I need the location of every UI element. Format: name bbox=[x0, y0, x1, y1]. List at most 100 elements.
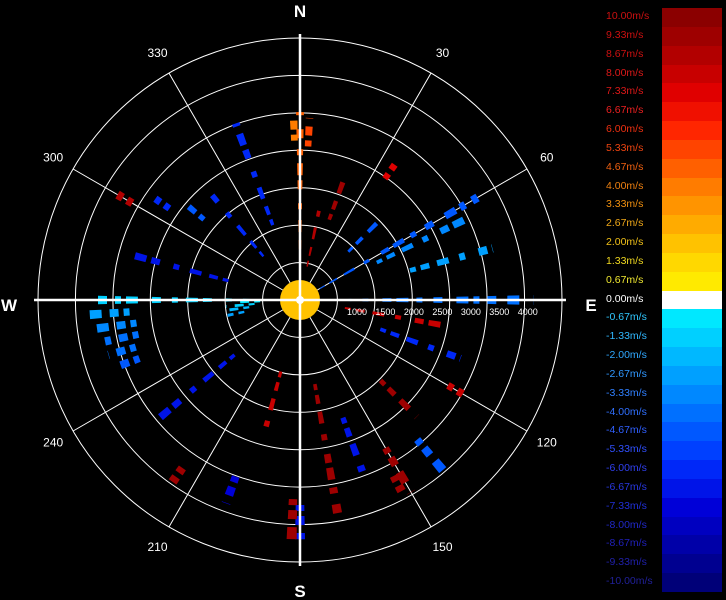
colorbar-label: 2.00m/s bbox=[606, 236, 644, 249]
velocity-return bbox=[343, 427, 353, 438]
colorbar-row: -10.00m/s bbox=[606, 573, 722, 593]
colorbar-label: -6.67m/s bbox=[606, 480, 647, 493]
colorbar-row: -2.00m/s bbox=[606, 347, 722, 367]
velocity-return bbox=[305, 117, 314, 119]
colorbar-label: 4.67m/s bbox=[606, 160, 644, 173]
bearing-label: 300 bbox=[43, 151, 63, 165]
velocity-return bbox=[326, 467, 336, 481]
colorbar-swatch bbox=[662, 441, 722, 461]
colorbar-swatch bbox=[662, 478, 722, 499]
colorbar-row: 0.67m/s bbox=[606, 271, 722, 292]
velocity-return bbox=[439, 224, 451, 235]
colorbar-label: 10.00m/s bbox=[606, 10, 650, 22]
bearing-label: 330 bbox=[147, 46, 167, 60]
colorbar-row: 8.00m/s bbox=[606, 64, 722, 84]
bearing-label: 240 bbox=[43, 436, 63, 450]
velocity-return bbox=[162, 202, 172, 212]
colorbar-label: 3.33m/s bbox=[606, 198, 644, 211]
velocity-return bbox=[379, 327, 387, 334]
velocity-return bbox=[386, 386, 397, 397]
colorbar-swatch bbox=[662, 271, 722, 292]
colorbar-row: -6.67m/s bbox=[606, 478, 722, 499]
velocity-return bbox=[134, 252, 148, 263]
velocity-return bbox=[172, 263, 180, 271]
colorbar-row: 4.00m/s bbox=[606, 177, 722, 197]
velocity-return bbox=[414, 317, 425, 325]
velocity-return bbox=[186, 204, 198, 215]
velocity-return bbox=[389, 331, 400, 339]
velocity-return bbox=[349, 442, 360, 457]
colorbar-row: 10.00m/s bbox=[606, 8, 722, 28]
colorbar-label: -7.33m/s bbox=[606, 499, 647, 512]
colorbar-label: 0.67m/s bbox=[606, 273, 644, 286]
colorbar-swatch bbox=[662, 497, 722, 518]
velocity-return bbox=[398, 398, 412, 412]
velocity-return bbox=[458, 354, 462, 362]
colorbar-label: -4.00m/s bbox=[606, 405, 647, 418]
velocity-return bbox=[427, 344, 435, 352]
colorbar-swatch bbox=[662, 8, 722, 28]
bearing-label: 60 bbox=[540, 151, 554, 165]
velocity-return bbox=[431, 458, 447, 474]
velocity-return bbox=[224, 211, 233, 219]
colorbar-row: -5.33m/s bbox=[606, 441, 722, 461]
colorbar-label: 6.00m/s bbox=[606, 123, 644, 136]
velocity-return bbox=[221, 501, 231, 505]
velocity-return bbox=[336, 181, 346, 195]
velocity-return bbox=[118, 333, 129, 343]
colorbar-row: 2.67m/s bbox=[606, 215, 722, 235]
velocity-return bbox=[331, 200, 339, 211]
velocity-return bbox=[414, 437, 424, 447]
velocity-return bbox=[232, 122, 241, 128]
colorbar-row: 5.33m/s bbox=[606, 139, 722, 160]
velocity-return bbox=[409, 230, 418, 239]
velocity-return bbox=[115, 190, 125, 202]
colorbar-swatch bbox=[662, 64, 722, 84]
velocity-return bbox=[217, 360, 228, 370]
velocity-return bbox=[455, 387, 465, 398]
velocity-return bbox=[129, 343, 137, 353]
bearing-label: 210 bbox=[147, 540, 167, 554]
bearing-spoke bbox=[168, 299, 301, 528]
velocity-return bbox=[327, 213, 334, 221]
colorbar-swatch bbox=[662, 234, 722, 254]
velocity-return bbox=[387, 455, 399, 468]
bearing-label: 150 bbox=[432, 540, 452, 554]
velocity-return bbox=[125, 196, 135, 207]
colorbar-swatch bbox=[662, 121, 722, 141]
velocity-return bbox=[421, 445, 434, 458]
velocity-return bbox=[123, 308, 130, 316]
colorbar-row: -6.00m/s bbox=[606, 460, 722, 480]
colorbar-swatch bbox=[662, 554, 722, 574]
colorbar-swatch bbox=[662, 102, 722, 122]
velocity-return bbox=[421, 234, 430, 243]
velocity-return bbox=[202, 371, 215, 383]
north-label: N bbox=[294, 2, 306, 21]
velocity-return bbox=[290, 120, 298, 130]
velocity-return bbox=[158, 406, 172, 421]
colorbar-row: 7.33m/s bbox=[606, 83, 722, 103]
velocity-return bbox=[458, 252, 466, 261]
colorbar-swatch bbox=[662, 460, 722, 480]
bearing-label: 120 bbox=[537, 436, 557, 450]
velocity-return bbox=[376, 258, 383, 265]
velocity-return bbox=[115, 346, 127, 357]
velocity-return bbox=[320, 433, 328, 441]
velocity-return bbox=[269, 218, 275, 226]
colorbar-row: -8.00m/s bbox=[606, 516, 722, 536]
velocity-return bbox=[343, 267, 355, 276]
colorbar-swatch bbox=[662, 177, 722, 197]
velocity-return bbox=[131, 331, 140, 340]
colorbar-label: -3.33m/s bbox=[606, 386, 647, 399]
colorbar-label: 5.33m/s bbox=[606, 141, 644, 154]
velocity-return bbox=[238, 310, 245, 315]
velocity-return bbox=[224, 485, 236, 497]
velocity-return bbox=[311, 227, 317, 240]
colorbar-row: -7.33m/s bbox=[606, 497, 722, 518]
velocity-return bbox=[227, 312, 234, 317]
velocity-return bbox=[394, 314, 402, 320]
west-label: W bbox=[1, 296, 18, 315]
colorbar-swatch bbox=[662, 573, 722, 593]
colorbar-row: -9.33m/s bbox=[606, 554, 722, 574]
bearing-spoke bbox=[72, 299, 301, 432]
